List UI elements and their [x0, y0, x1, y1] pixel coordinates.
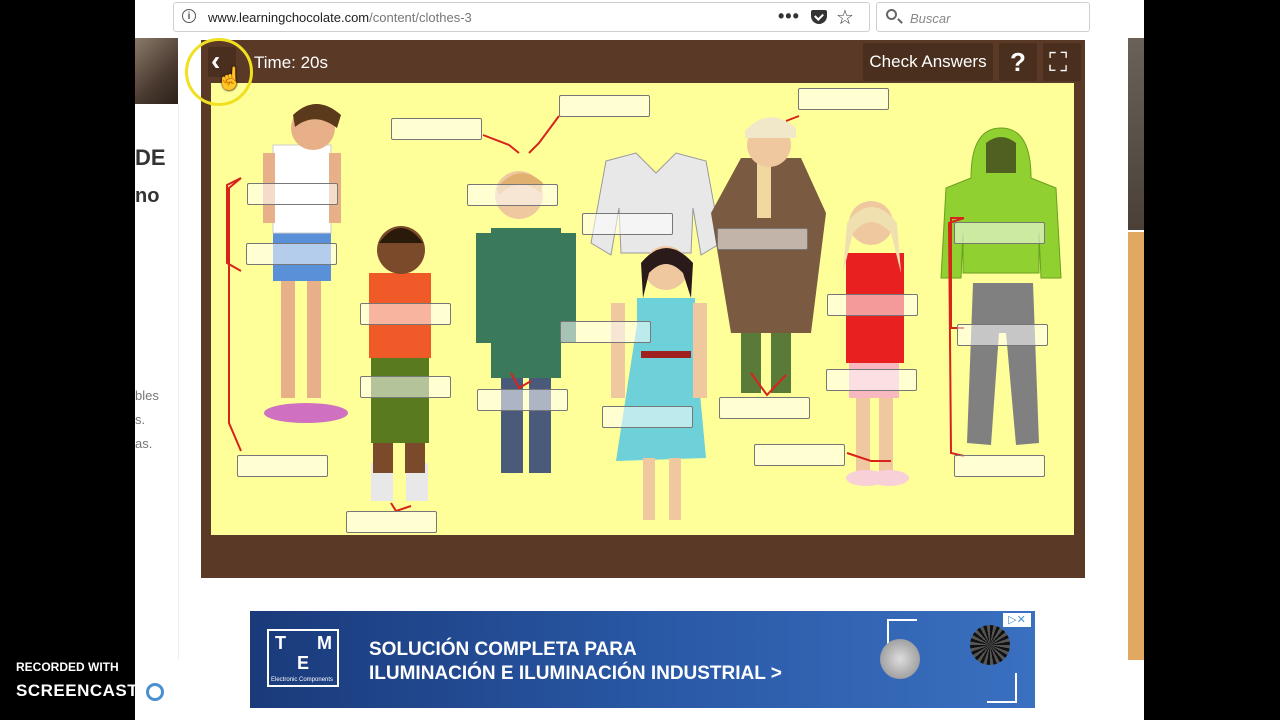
- answer-box-shorts[interactable]: [246, 243, 337, 265]
- left-thumbnail-image[interactable]: [135, 38, 178, 104]
- right-thumbnail-image[interactable]: [1128, 38, 1144, 230]
- ad-logo-e: E: [297, 653, 310, 673]
- search-placeholder: Buscar: [910, 11, 951, 26]
- answer-box-boots[interactable]: [719, 397, 810, 419]
- left-heading-fragment-1: DE: [135, 145, 166, 170]
- search-icon: [886, 9, 897, 20]
- figure-man-brown-coat: [711, 117, 826, 393]
- figure-girl-blue-dress: [611, 246, 707, 520]
- right-sidebar-panel: [1128, 232, 1144, 660]
- answer-box-sweatpants[interactable]: [954, 455, 1045, 477]
- ad-headline-1: SOLUCIÓN COMPLETA PARA: [369, 639, 637, 660]
- url-host: www.learningchocolate.com: [208, 10, 370, 25]
- clothes-scene: [211, 83, 1074, 535]
- ad-close-icon[interactable]: ▷✕: [1003, 613, 1031, 627]
- browser-window: i www.learningchocolate.com/content/clot…: [135, 0, 1144, 720]
- figure-boy-orange-shirt: [369, 226, 431, 501]
- watermark-screencast: SCREENCAST: [16, 681, 139, 700]
- watermark-matic: MATIC: [176, 681, 229, 700]
- answer-box-hoodie[interactable]: [954, 222, 1045, 244]
- ad-heatsink-image: [970, 625, 1010, 665]
- ad-frame-corner: [987, 673, 1017, 703]
- answer-box-coat[interactable]: [717, 228, 808, 250]
- clothes-illustration: [226, 104, 1062, 520]
- answer-box-shoes[interactable]: [477, 389, 568, 411]
- pocket-icon[interactable]: [811, 10, 827, 24]
- answer-box-boy-shorts[interactable]: [360, 376, 451, 398]
- search-box[interactable]: Buscar: [876, 2, 1090, 32]
- figure-sweatpants: [967, 283, 1039, 445]
- figure-girl-red-jacket: [843, 201, 909, 486]
- answer-box-jacket[interactable]: [827, 294, 918, 316]
- left-text-fragment-3: as.: [135, 436, 153, 451]
- left-heading-fragment-2: no: [135, 185, 160, 207]
- figure-cardigan: [590, 152, 722, 256]
- answer-box-shirt-tie[interactable]: [391, 118, 482, 140]
- left-text-fragment-2: s.: [135, 412, 146, 427]
- answer-box-t-shirt[interactable]: [360, 303, 451, 325]
- left-text-fragment-1: bles: [135, 388, 159, 403]
- answer-box-sleeve[interactable]: [560, 321, 651, 343]
- url-text[interactable]: www.learningchocolate.com/content/clothe…: [208, 10, 472, 25]
- figure-hoodie: [940, 127, 1062, 279]
- check-answers-button[interactable]: Check Answers: [863, 43, 993, 81]
- answer-box-sweater[interactable]: [467, 184, 558, 206]
- answer-box-dress[interactable]: [602, 406, 693, 428]
- answer-box-tank-top[interactable]: [247, 183, 338, 205]
- info-icon[interactable]: i: [182, 9, 196, 23]
- timer-label: Time: 20s: [254, 53, 329, 72]
- ad-logo-t: T: [275, 633, 286, 653]
- answer-box-slippers[interactable]: [754, 444, 845, 466]
- answer-box-cardigan[interactable]: [582, 213, 673, 235]
- answer-box-skirt[interactable]: [826, 369, 917, 391]
- ad-headline-2[interactable]: ILUMINACIÓN E ILUMINACIÓN INDUSTRIAL >: [369, 663, 782, 685]
- fullscreen-button[interactable]: ⛶: [1043, 43, 1081, 81]
- answer-box-tie[interactable]: [559, 95, 650, 117]
- ad-logo-m: M: [317, 633, 332, 653]
- left-column-divider: [178, 104, 179, 660]
- hand-cursor-icon: ☝: [216, 66, 244, 91]
- answer-box-pants[interactable]: [957, 324, 1048, 346]
- fullscreen-icon: ⛶: [1049, 47, 1068, 77]
- answer-box-scale[interactable]: [237, 455, 328, 477]
- address-bar[interactable]: i www.learningchocolate.com/content/clot…: [173, 2, 870, 32]
- answer-box-sneakers[interactable]: [346, 511, 437, 533]
- watermark-recorded-with: RECORDED WITH: [16, 660, 119, 674]
- answer-box-cap[interactable]: [798, 88, 889, 110]
- help-button[interactable]: ?: [999, 43, 1037, 81]
- ad-lamp-image: [880, 639, 920, 679]
- ad-logo: T M E Electronic Components: [267, 629, 339, 687]
- ad-logo-subtitle: Electronic Components: [271, 677, 334, 683]
- banner-ad[interactable]: T M E Electronic Components SOLUCIÓN COM…: [250, 611, 1035, 708]
- more-actions-icon[interactable]: •••: [778, 6, 800, 27]
- url-path: /content/clothes-3: [369, 10, 472, 25]
- game-panel: ‹ Time: 20s Check Answers ? ⛶: [201, 40, 1085, 578]
- screencast-logo-icon: [138, 675, 172, 709]
- bookmark-star-icon[interactable]: ☆: [836, 5, 854, 30]
